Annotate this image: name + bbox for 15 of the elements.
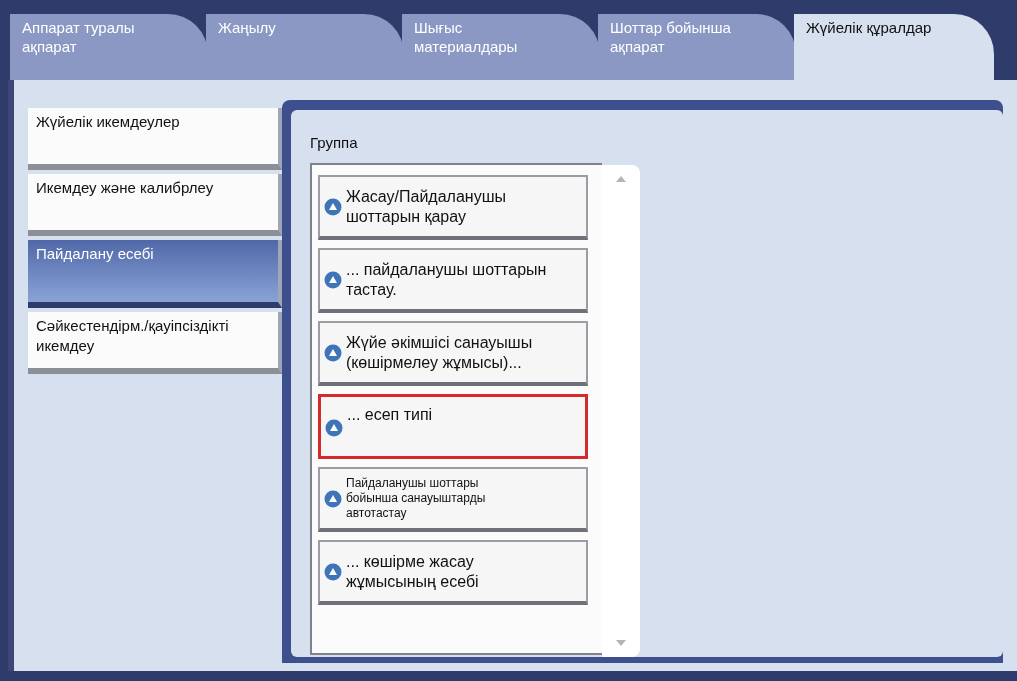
group-item[interactable]: ... пайдаланушы шоттарын тастау. (318, 248, 588, 313)
scroll-up-icon[interactable] (615, 175, 627, 183)
group-title: Группа (310, 134, 358, 151)
sidebar-item[interactable]: Сәйкестендірм./қауіпсіздікті икемдеу (28, 312, 282, 374)
scrollbar[interactable] (602, 165, 640, 657)
sidebar-item[interactable]: Пайдалану есебі (28, 240, 282, 308)
group-item[interactable]: Жасау/Пайдаланушы шоттарын қарау (318, 175, 588, 240)
group-item[interactable]: ... көшірме жасау жұмысының есебі (318, 540, 588, 605)
group-item[interactable]: Жүйе әкімшісі санауышы (көшірмелеу жұмысы)... (318, 321, 588, 386)
scroll-down-icon[interactable] (615, 639, 627, 647)
group-item[interactable]: Пайдаланушы шоттары бойынша санауыштарды автотастау (318, 467, 588, 532)
sidebar-item[interactable]: Икемдеу және калибрлеу (28, 174, 282, 236)
tab[interactable]: Жүйелік құралдар (794, 14, 994, 80)
sidebar-item[interactable]: Жүйелік икемдеулер (28, 108, 282, 170)
group-item[interactable]: ... есеп типі (318, 394, 588, 459)
